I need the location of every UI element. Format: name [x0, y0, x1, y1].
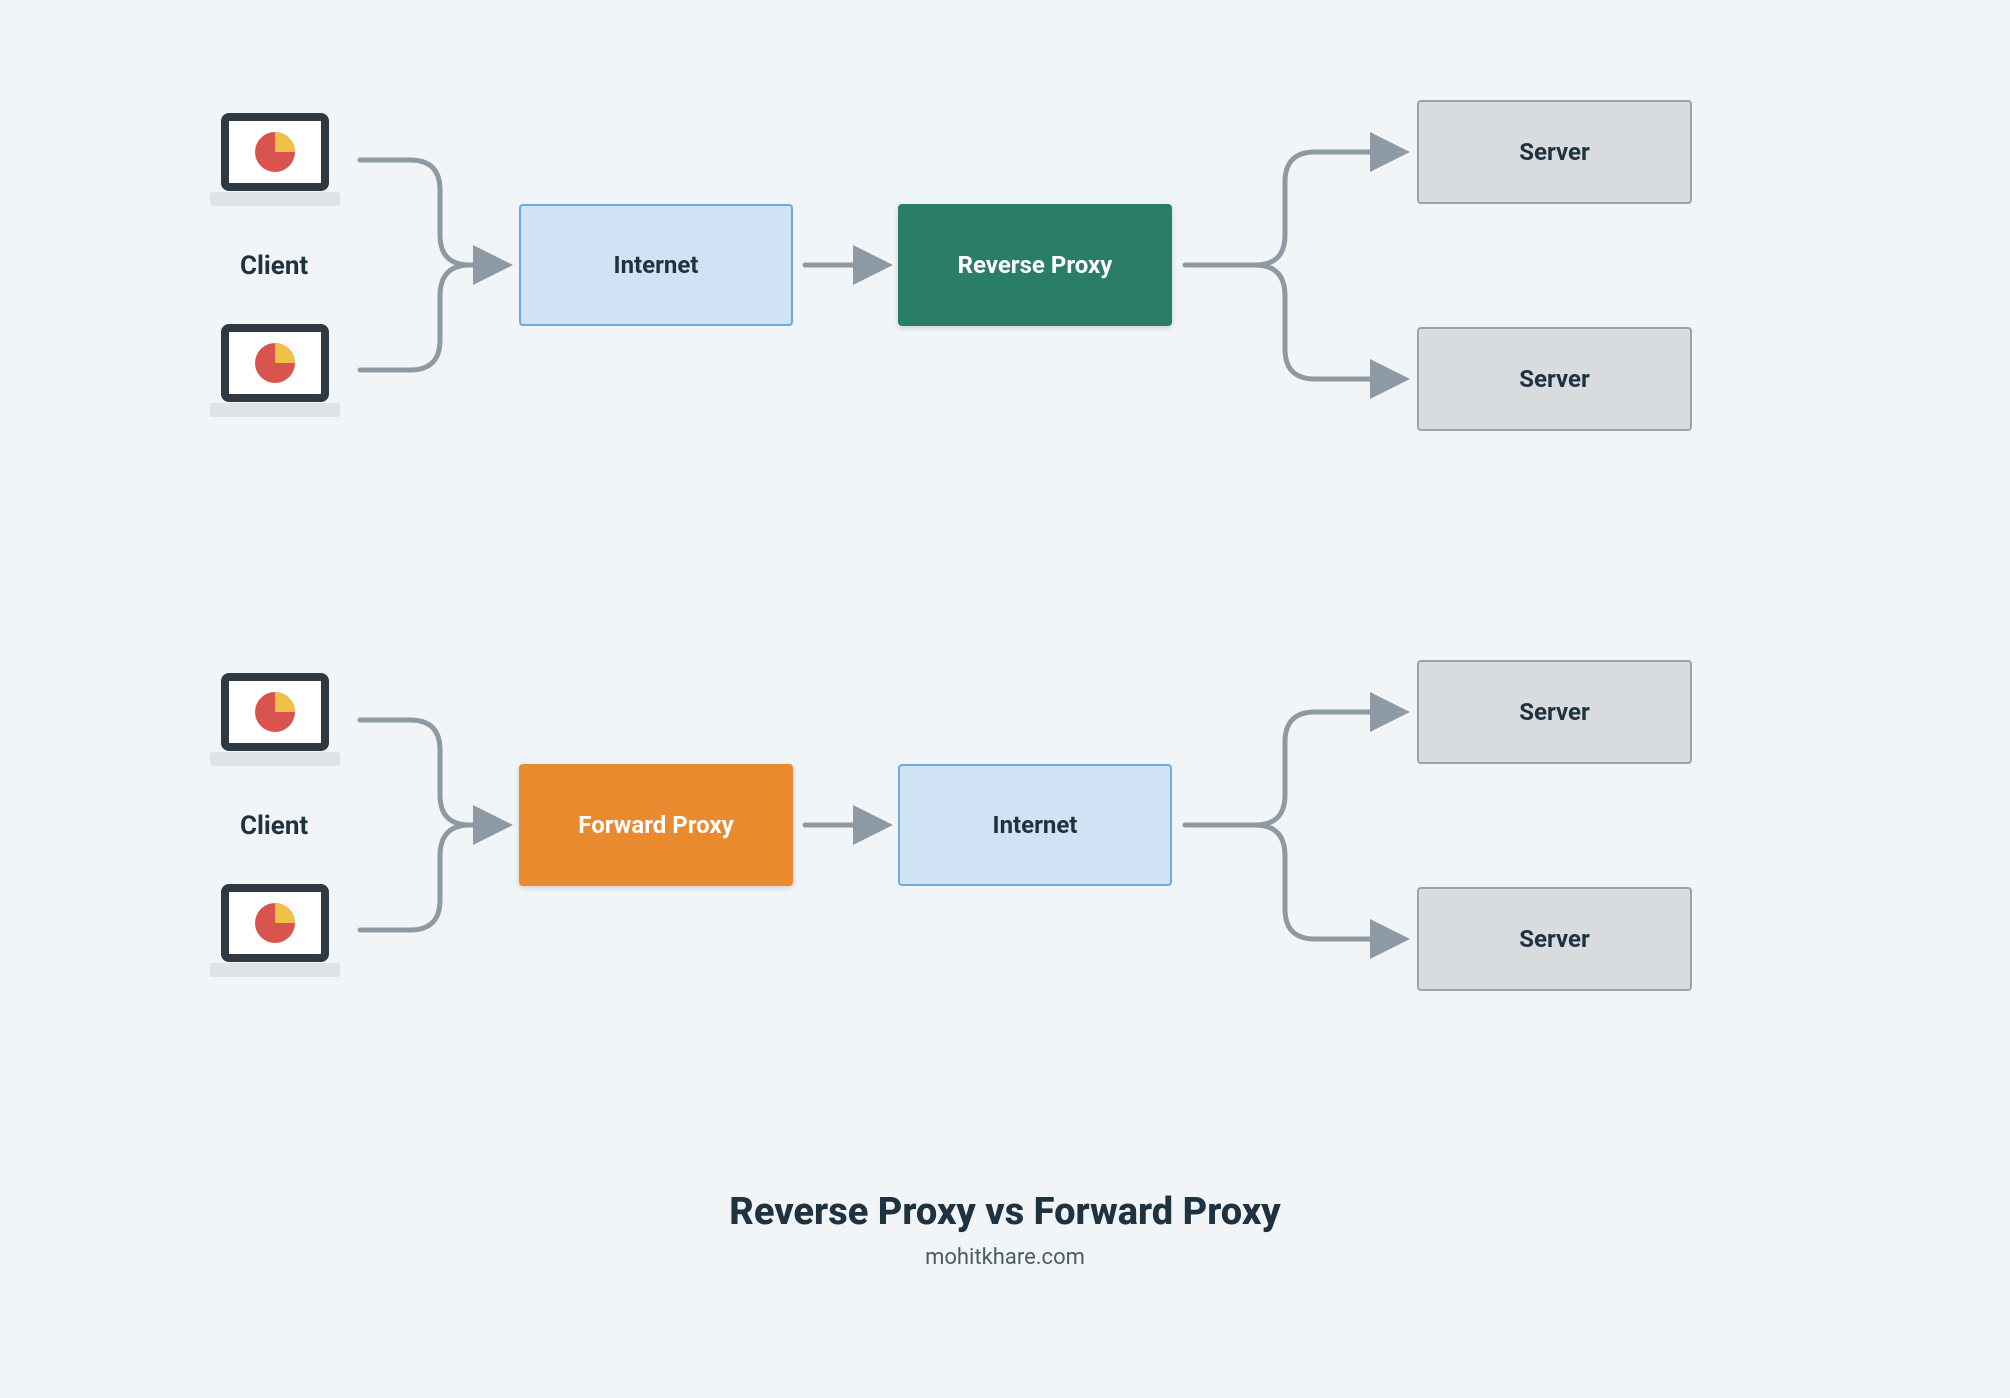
diagram-title: Reverse Proxy vs Forward Proxy — [0, 1190, 2010, 1234]
attribution: mohitkhare.com — [0, 1245, 2010, 1270]
flow-arrows — [0, 0, 2010, 1398]
diagram-canvas: Client Internet Reverse Proxy Server Ser… — [0, 0, 2010, 1398]
